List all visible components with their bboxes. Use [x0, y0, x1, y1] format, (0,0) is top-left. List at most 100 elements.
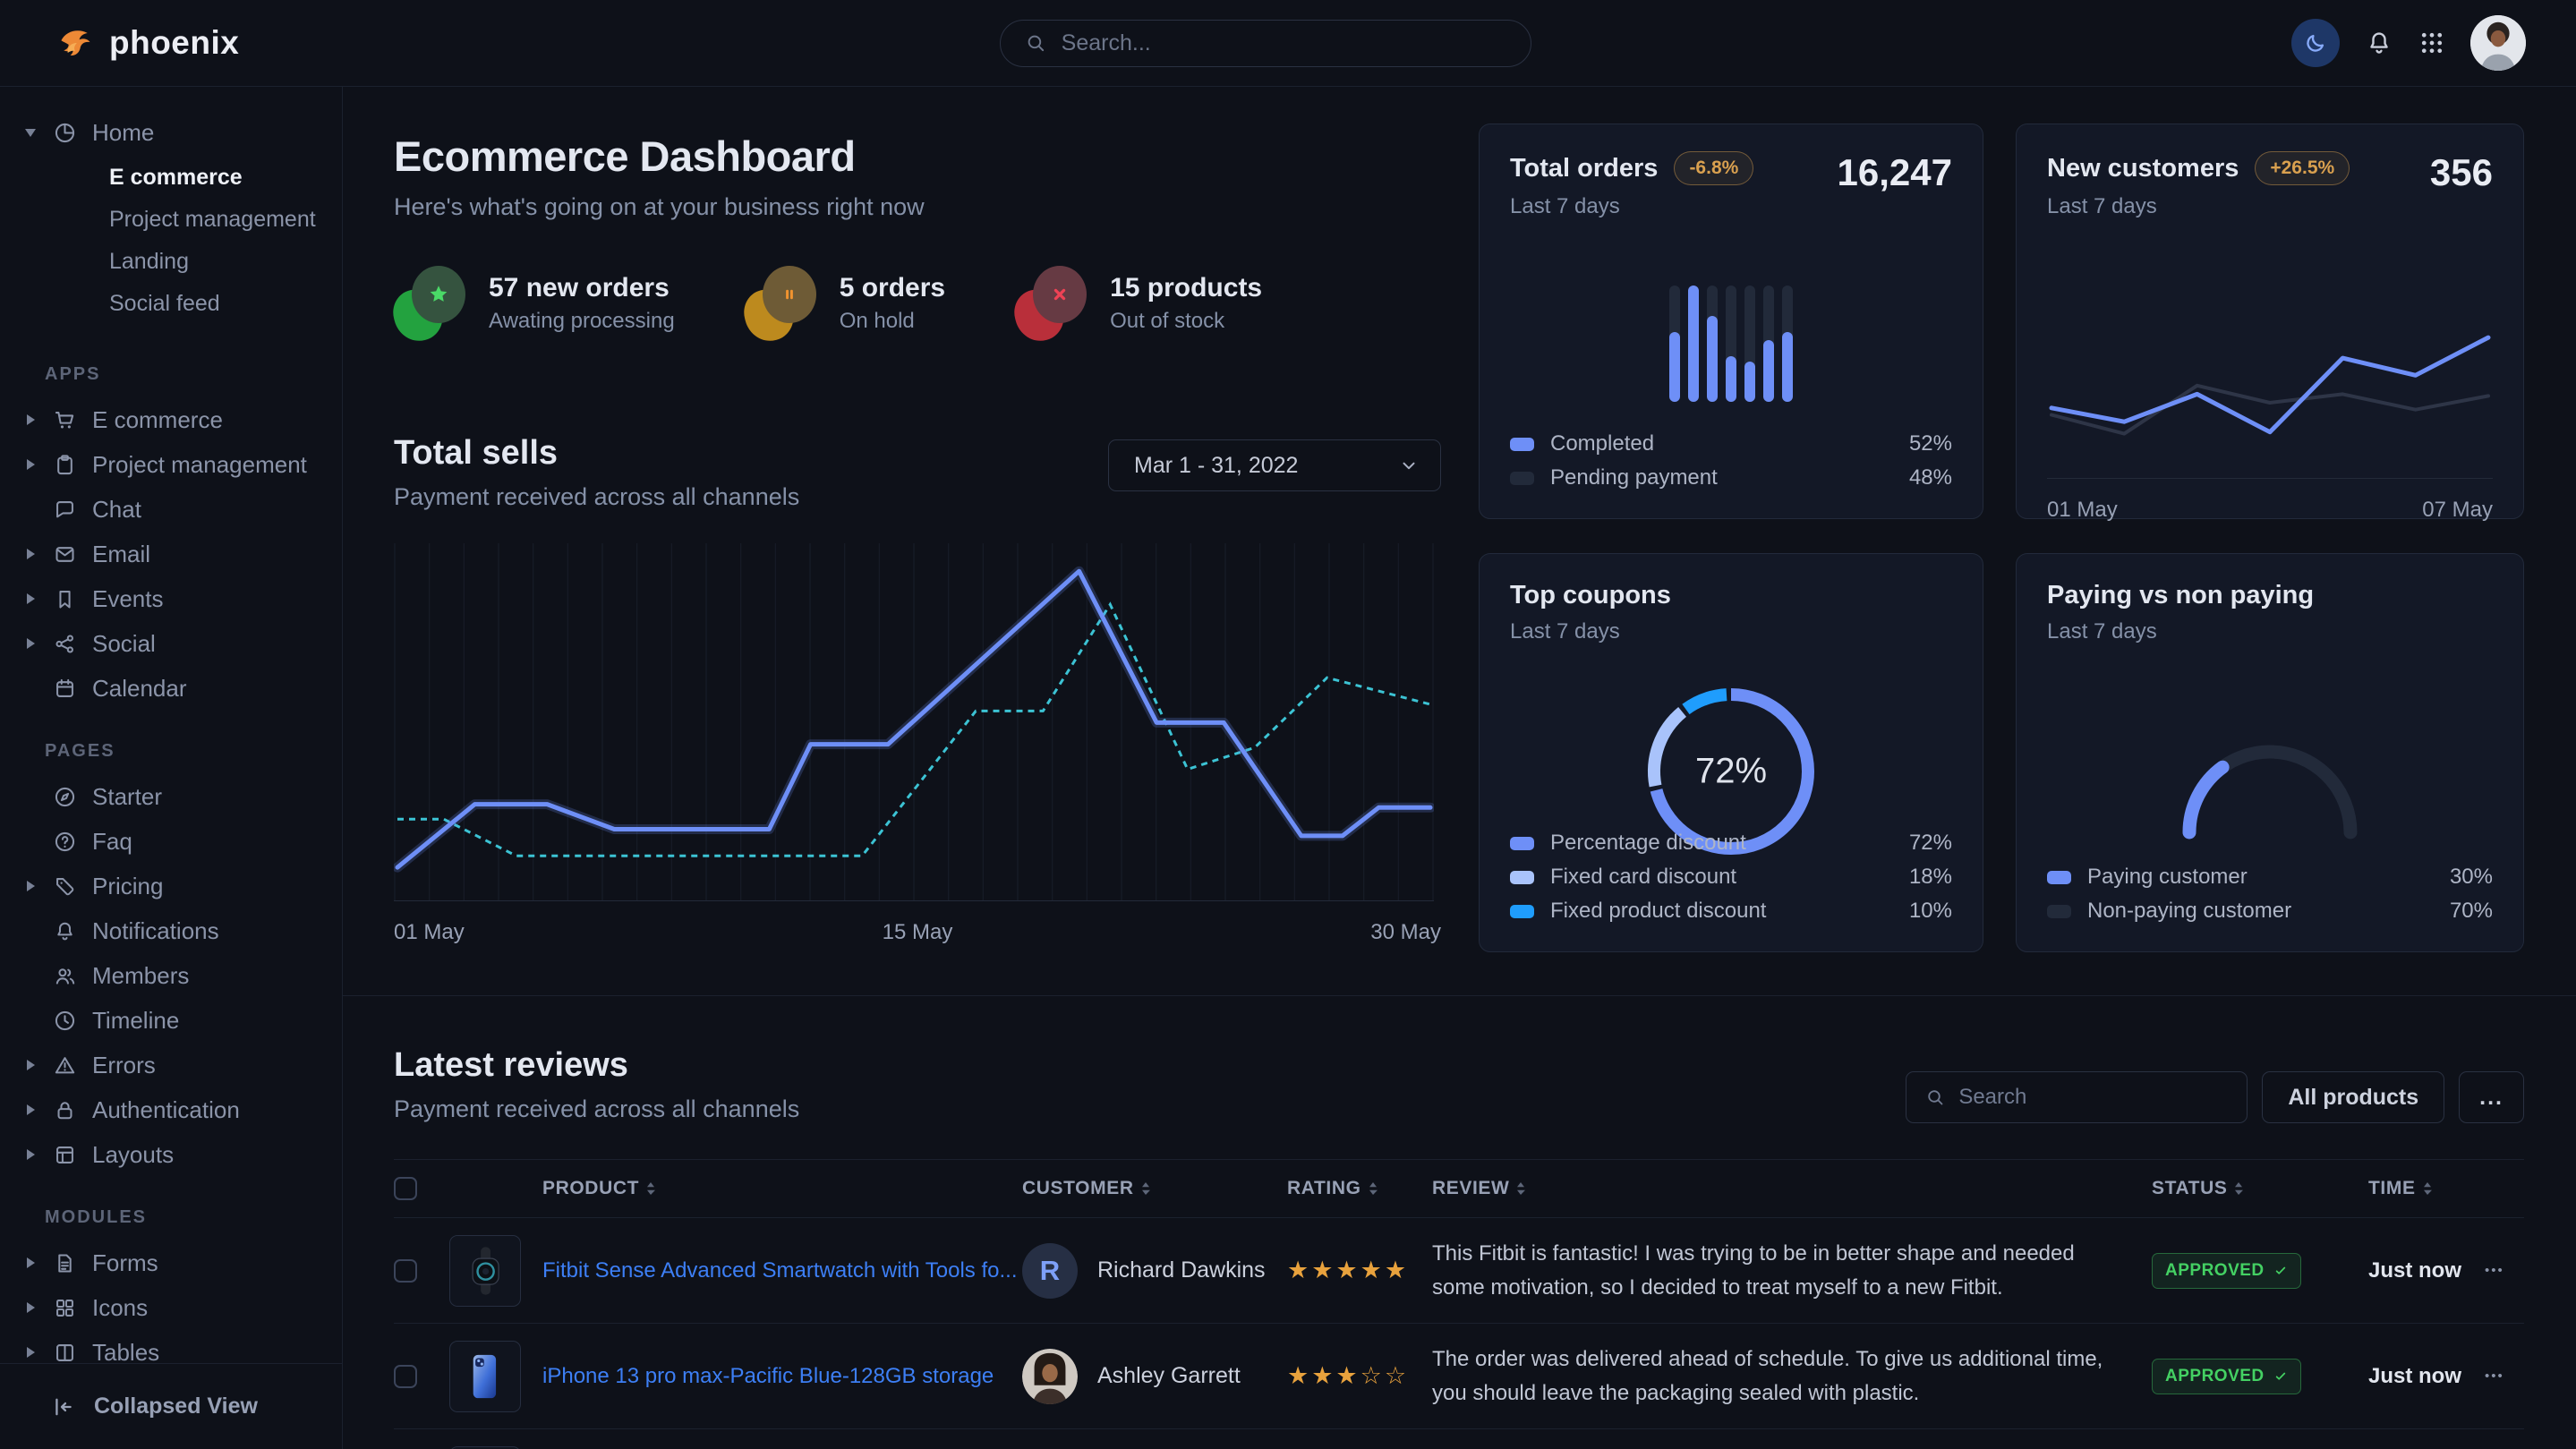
- bar-track: [1726, 286, 1736, 402]
- card-period: Last 7 days: [2047, 194, 2350, 219]
- sidebar-item-events[interactable]: Events: [0, 576, 342, 621]
- sidebar-item-forms[interactable]: Forms: [0, 1240, 342, 1285]
- legend-value: 10%: [1909, 899, 1952, 924]
- reviews-table: PRODUCTCUSTOMER RATINGREVIEWSTATUSTIME Fit…: [394, 1159, 2524, 1449]
- x-tick: 07 May: [2422, 498, 2493, 523]
- sidebar-item-label: Email: [92, 541, 150, 568]
- reviews-search-input[interactable]: [1958, 1085, 2236, 1110]
- search-icon: [1924, 1087, 1946, 1108]
- sidebar-item-social[interactable]: Social: [0, 621, 342, 666]
- sidebar-item-authentication[interactable]: Authentication: [0, 1087, 342, 1132]
- bar-track: [1782, 286, 1793, 402]
- row-checkbox[interactable]: [394, 1365, 417, 1388]
- top-coupons-card: Top coupons Last 7 days 72% Percentage d…: [1479, 553, 1983, 952]
- theme-toggle-button[interactable]: [2291, 19, 2340, 67]
- row-more-button[interactable]: •••: [2485, 1368, 2524, 1384]
- navbar-search[interactable]: [1000, 20, 1531, 67]
- stat-awating-processing: 57 new ordersAwating processing: [394, 266, 675, 341]
- sidebar-item-project-management[interactable]: Project management: [0, 442, 342, 487]
- search-input[interactable]: [1062, 30, 1507, 56]
- sidebar-item-email[interactable]: Email: [0, 532, 342, 576]
- sidebar-item-label: Pricing: [92, 873, 163, 900]
- column-header-rating[interactable]: RATING: [1287, 1178, 1432, 1199]
- caret-right-icon: [27, 414, 35, 425]
- bar-fill: [1744, 362, 1755, 403]
- sidebar-item-pricing[interactable]: Pricing: [0, 864, 342, 908]
- logo[interactable]: phoenix: [55, 23, 239, 63]
- sidebar-item-icons[interactable]: Icons: [0, 1285, 342, 1330]
- brand-name: phoenix: [109, 24, 239, 62]
- column-header-time[interactable]: TIME: [2368, 1178, 2485, 1199]
- mail-icon: [53, 542, 77, 567]
- orders-legend: Completed52%Pending payment48%: [1510, 427, 1952, 495]
- sidebar-item-label: Starter: [92, 783, 162, 811]
- review-time: Just now: [2368, 1258, 2485, 1283]
- new-customers-chart: 01 May 07 May: [2047, 271, 2493, 523]
- customer-avatar[interactable]: R: [1022, 1243, 1078, 1299]
- collapse-icon: [51, 1394, 76, 1419]
- reviews-search[interactable]: [1906, 1071, 2248, 1123]
- stat-out-of-stock: 15 productsOut of stock: [1015, 266, 1262, 341]
- column-header-customer[interactable]: CUSTOMER: [1022, 1178, 1287, 1199]
- sort-icon: [1141, 1181, 1150, 1196]
- bar-fill: [1688, 286, 1699, 402]
- column-header-review[interactable]: REVIEW: [1432, 1178, 2152, 1199]
- chat-icon: [53, 498, 77, 522]
- stat-value: 5 orders: [840, 273, 945, 303]
- sidebar-item-tables[interactable]: Tables: [0, 1330, 342, 1363]
- sidebar-subitem-social-feed[interactable]: Social feed: [0, 283, 342, 325]
- sidebar-subitem-e-commerce[interactable]: E commerce: [0, 157, 342, 199]
- card-title: Total orders: [1510, 154, 1658, 183]
- status-label: APPROVED: [2165, 1261, 2265, 1281]
- sidebar-item-e-commerce[interactable]: E commerce: [0, 397, 342, 442]
- more-options-button[interactable]: ...: [2459, 1071, 2524, 1123]
- phoenix-logo-icon: [55, 23, 95, 63]
- legend-swatch: [1510, 905, 1534, 918]
- dashboard-right: Total orders -6.8% Last 7 days 16,247 Co…: [1479, 124, 2524, 952]
- sort-icon: [1369, 1181, 1378, 1196]
- sidebar-subitem-project-management[interactable]: Project management: [0, 199, 342, 241]
- sidebar-item-layouts[interactable]: Layouts: [0, 1132, 342, 1177]
- stats-row: 57 new ordersAwating processing5 ordersO…: [394, 266, 1441, 341]
- user-avatar[interactable]: [2470, 15, 2526, 71]
- collapsed-view-toggle[interactable]: Collapsed View: [0, 1363, 342, 1449]
- row-checkbox[interactable]: [394, 1259, 417, 1283]
- legend-label: Fixed product discount: [1550, 899, 1766, 924]
- column-header-product[interactable]: PRODUCT: [449, 1178, 1022, 1199]
- sidebar-item-calendar[interactable]: Calendar: [0, 666, 342, 711]
- select-all-checkbox[interactable]: [394, 1177, 417, 1200]
- page-subtitle: Here's what's going on at your business …: [394, 193, 1441, 221]
- customer-avatar[interactable]: [1022, 1349, 1078, 1404]
- sidebar-item-home[interactable]: Home: [0, 110, 342, 155]
- sidebar-item-timeline[interactable]: Timeline: [0, 998, 342, 1043]
- tag-icon: [53, 874, 77, 899]
- sidebar-item-members[interactable]: Members: [0, 953, 342, 998]
- sidebar-item-chat[interactable]: Chat: [0, 487, 342, 532]
- product-thumbnail[interactable]: [449, 1341, 521, 1412]
- notifications-button[interactable]: [2365, 29, 2393, 57]
- apps-menu-button[interactable]: [2418, 30, 2445, 56]
- trend-badge: -6.8%: [1674, 151, 1753, 185]
- bell-icon: [2365, 29, 2393, 57]
- orders-bar-chart: [1510, 286, 1952, 402]
- all-products-button[interactable]: All products: [2262, 1071, 2444, 1123]
- card-title: Paying vs non paying: [2047, 581, 2493, 610]
- product-link[interactable]: iPhone 13 pro max-Pacific Blue-128GB sto…: [542, 1364, 994, 1389]
- check-icon: [2273, 1369, 2288, 1384]
- x-icon: [1015, 266, 1087, 341]
- layout-icon: [53, 1143, 77, 1167]
- product-link[interactable]: Fitbit Sense Advanced Smartwatch with To…: [542, 1258, 1017, 1283]
- sidebar-item-errors[interactable]: Errors: [0, 1043, 342, 1087]
- sidebar-item-notifications[interactable]: Notifications: [0, 908, 342, 953]
- date-range-select[interactable]: Mar 1 - 31, 2022: [1108, 439, 1441, 491]
- row-more-button[interactable]: •••: [2485, 1263, 2524, 1278]
- card-period: Last 7 days: [1510, 194, 1753, 219]
- sidebar-item-starter[interactable]: Starter: [0, 774, 342, 819]
- rating-stars: ★★★★★: [1287, 1257, 1409, 1283]
- column-header-status[interactable]: STATUS: [2152, 1178, 2368, 1199]
- sidebar-subitem-landing[interactable]: Landing: [0, 241, 342, 283]
- table-row: Fitbit Sense Advanced Smartwatch with To…: [394, 1218, 2524, 1324]
- column-label: CUSTOMER: [1022, 1178, 1134, 1199]
- product-thumbnail[interactable]: [449, 1235, 521, 1307]
- sidebar-item-faq[interactable]: Faq: [0, 819, 342, 864]
